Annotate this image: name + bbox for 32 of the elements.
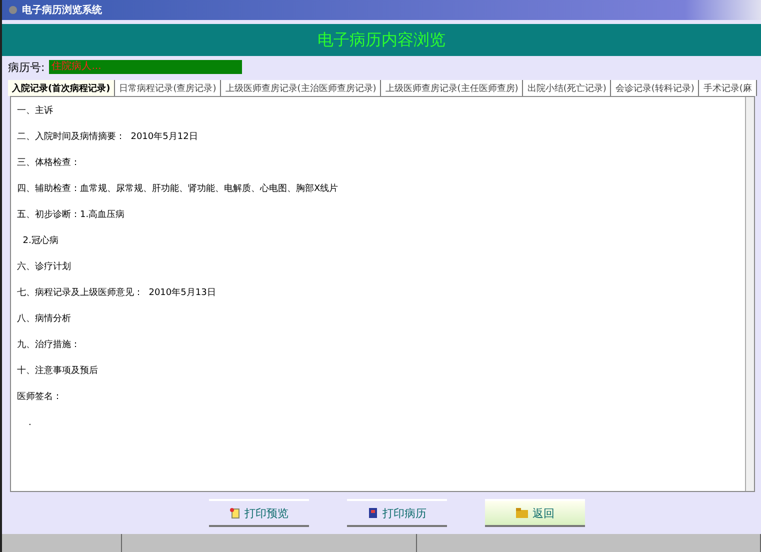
content-line: 三、体格检查：: [17, 157, 81, 170]
window-title: 电子病历浏览系统: [22, 4, 102, 17]
content-line: 十、注意事项及预后: [17, 365, 99, 378]
record-value: 住院病人...: [48, 60, 242, 74]
content-line: 五、初步诊断：1.高血压病: [17, 209, 126, 222]
content-line: 医师签名：: [17, 391, 63, 404]
tab[interactable]: 会诊记录(转科记录): [611, 80, 700, 96]
tab[interactable]: 手术记录(麻: [699, 80, 757, 96]
content-line: 七、病程记录及上级医师意见： 2010年5月13日: [17, 287, 217, 300]
content-line: .: [27, 417, 32, 430]
tab[interactable]: 上级医师查房记录(主治医师查房记录): [221, 80, 382, 96]
folder-icon: [514, 507, 528, 519]
document-icon: [228, 507, 240, 519]
content-line: 2.冠心病: [22, 235, 60, 248]
book-icon: [366, 507, 378, 519]
app-icon: [8, 5, 18, 15]
content-line: 二、入院时间及病情摘要： 2010年5月12日: [17, 131, 199, 144]
content-line: 六、诊疗计划: [17, 261, 72, 274]
content-line: 九、治疗措施：: [17, 339, 81, 352]
header-title: 电子病历内容浏览: [318, 30, 446, 50]
preview-button[interactable]: 打印预览: [208, 499, 308, 527]
content-line: 八、病情分析: [17, 313, 72, 326]
print-button[interactable]: 打印病历: [346, 499, 446, 527]
back-button[interactable]: 返回: [484, 499, 584, 527]
tab[interactable]: 日常病程记录(查房记录): [115, 80, 222, 96]
content-line: 一、主诉: [17, 105, 54, 118]
tab[interactable]: 上级医师查房记录(主任医师查房): [381, 80, 524, 96]
scrollbar[interactable]: [745, 97, 754, 491]
tab[interactable]: 出院小结(死亡记录): [523, 80, 612, 96]
tab[interactable]: 入院记录(首次病程记录): [8, 80, 116, 96]
content-line: 四、辅助检查：血常规、尿常规、肝功能、肾功能、电解质、心电图、胸部X线片: [17, 183, 340, 196]
record-label: 病历号:: [8, 60, 45, 74]
